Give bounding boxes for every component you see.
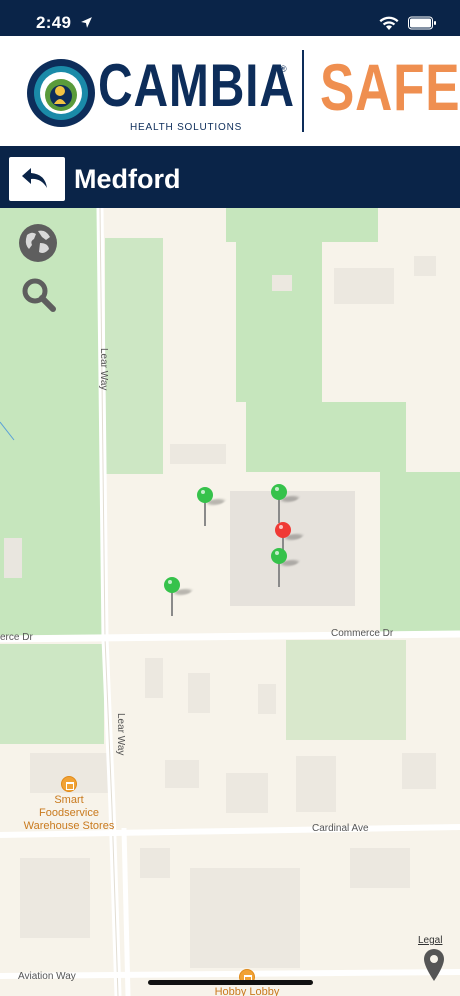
brand-subtitle: HEALTH SOLUTIONS (130, 122, 243, 133)
map-view[interactable]: Lear Way Lear Way erce Dr Commerce Dr Ca… (0, 208, 460, 996)
brand-name: CAMBIA (98, 52, 295, 119)
page-title: Medford (74, 164, 181, 194)
location-marker-icon[interactable] (422, 948, 446, 982)
map-pin-green[interactable] (270, 484, 301, 524)
brand-header: CAMBIA ® HEALTH SOLUTIONS SAFE (0, 36, 460, 146)
poi-hobby-lobby[interactable]: Hobby Lobby (200, 986, 294, 996)
location-arrow-icon (81, 17, 92, 28)
street-label-commerce-dr: erce Dr (0, 632, 33, 643)
magnifier-icon[interactable] (20, 276, 60, 316)
legal-link[interactable]: Legal (418, 935, 442, 946)
map-pin-green[interactable] (196, 487, 227, 527)
registered-mark: ® (280, 64, 287, 74)
wifi-icon (379, 16, 399, 30)
street-label-lear-way: Lear Way (115, 713, 126, 756)
back-button[interactable] (9, 157, 65, 201)
battery-icon (408, 16, 436, 30)
status-bar: 2:49 (0, 0, 460, 36)
nav-bar: Medford (0, 146, 460, 208)
map-background (0, 208, 460, 996)
street-label-commerce-dr: Commerce Dr (331, 628, 394, 639)
status-time: 2:49 (36, 13, 72, 32)
map-pin-green[interactable] (163, 577, 194, 617)
home-indicator[interactable] (148, 980, 313, 985)
product-name: SAFE (320, 50, 460, 124)
cambia-logo-icon (27, 59, 95, 127)
street-label-lear-way: Lear Way (98, 348, 109, 391)
street-label-aviation-way: Aviation Way (18, 971, 76, 982)
poi-smart-foodservice[interactable]: Smart Foodservice Warehouse Stores (16, 794, 122, 833)
map-pin-green[interactable] (270, 548, 301, 588)
street-label-cardinal-ave: Cardinal Ave (312, 823, 369, 834)
back-arrow-icon (22, 168, 47, 188)
logo-divider (302, 50, 304, 132)
store-icon[interactable] (61, 776, 77, 792)
globe-icon[interactable] (18, 223, 58, 263)
